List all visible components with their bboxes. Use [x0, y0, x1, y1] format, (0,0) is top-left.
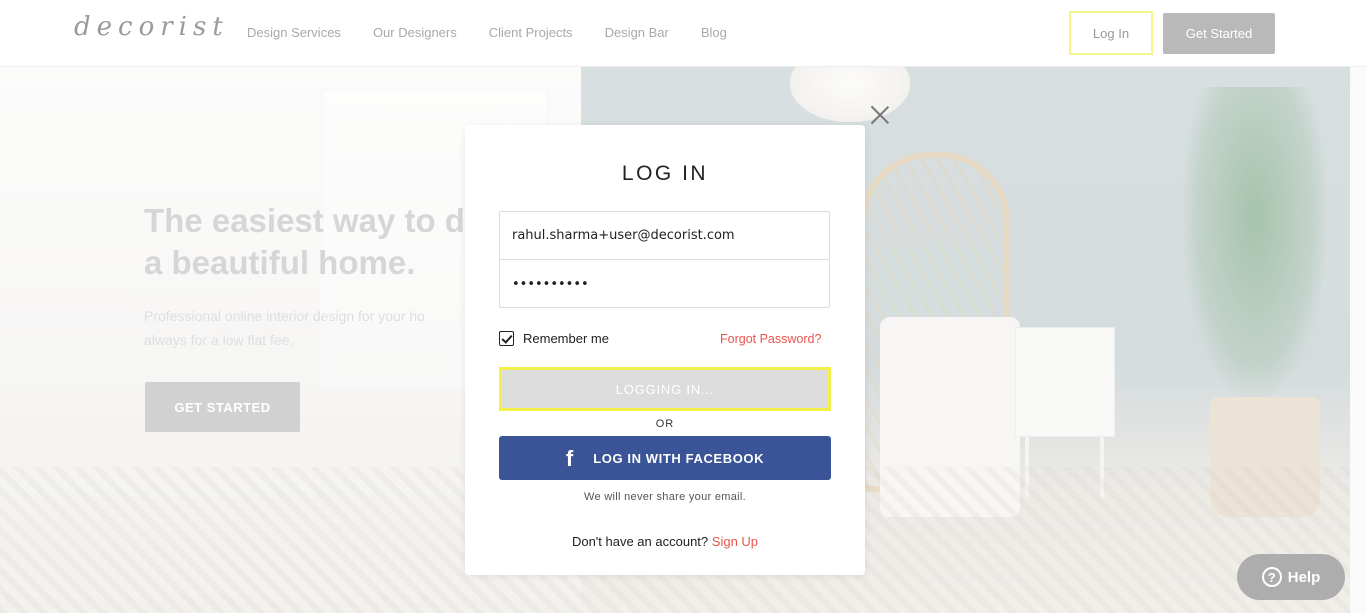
login-modal: LOG IN Remember me Forgot Password? LOGG… [465, 125, 865, 575]
nav-design-services[interactable]: Design Services [247, 25, 341, 40]
remember-me-label[interactable]: Remember me [523, 331, 609, 346]
privacy-note: We will never share your email. [584, 491, 746, 503]
modal-title: LOG IN [621, 162, 709, 185]
signup-prompt: Don't have an account? [571, 534, 709, 549]
signup-link[interactable]: Sign Up [712, 534, 758, 549]
nav-design-bar[interactable]: Design Bar [605, 25, 669, 40]
remember-me-checkbox[interactable] [499, 331, 514, 346]
password-field[interactable] [500, 260, 829, 308]
main-nav: Design Services Our Designers Client Pro… [247, 25, 759, 40]
close-icon[interactable] [870, 105, 890, 125]
facebook-login-label: LOG IN WITH FACEBOOK [593, 450, 765, 466]
remember-me[interactable]: Remember me [499, 331, 609, 346]
email-field[interactable] [500, 212, 829, 260]
signup-line: Don't have an account? Sign Up [465, 534, 865, 549]
header-get-started-button[interactable]: Get Started [1163, 13, 1275, 54]
header-login-button[interactable]: Log In [1069, 11, 1153, 55]
help-label: Help [1287, 568, 1321, 586]
facebook-icon: f [565, 445, 574, 471]
login-submit-button[interactable]: LOGGING IN... [499, 367, 831, 411]
facebook-login-button[interactable]: f LOG IN WITH FACEBOOK [499, 436, 831, 480]
or-divider: OR [655, 418, 675, 430]
nav-client-projects[interactable]: Client Projects [489, 25, 573, 40]
credentials-group [499, 211, 830, 308]
site-header: decorist Design Services Our Designers C… [0, 0, 1366, 67]
page-scrollbar[interactable] [1350, 67, 1366, 613]
question-icon: ? [1261, 567, 1282, 587]
nav-our-designers[interactable]: Our Designers [373, 25, 457, 40]
help-button[interactable]: ? Help [1237, 554, 1345, 600]
decorist-logo[interactable]: decorist [74, 12, 229, 42]
forgot-password-link[interactable]: Forgot Password? [720, 332, 821, 346]
nav-blog[interactable]: Blog [701, 25, 727, 40]
